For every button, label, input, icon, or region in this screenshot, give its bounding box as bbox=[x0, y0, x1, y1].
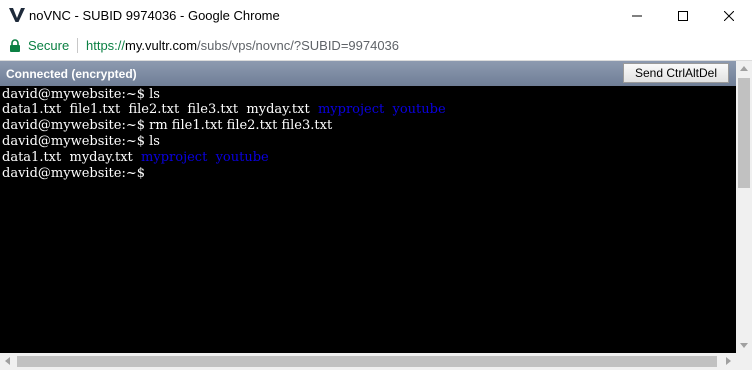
terminal-line: data1.txt file1.txt file2.txt file3.txt … bbox=[2, 102, 446, 118]
terminal-text: david@mywebsite:~$ rm file1.txt file2.tx… bbox=[2, 118, 333, 133]
novnc-status-bar: Connected (encrypted) Send CtrlAltDel bbox=[0, 61, 736, 86]
terminal-text: david@mywebsite:~$ ls bbox=[2, 134, 160, 149]
address-separator bbox=[77, 38, 78, 53]
vertical-scroll-thumb[interactable] bbox=[738, 78, 750, 188]
maximize-icon bbox=[678, 10, 688, 21]
url-scheme: https:// bbox=[86, 38, 126, 53]
terminal-line: david@mywebsite:~$ rm file1.txt file2.tx… bbox=[2, 118, 332, 134]
scroll-right-icon[interactable] bbox=[726, 357, 731, 365]
horizontal-scrollbar[interactable] bbox=[0, 353, 736, 370]
terminal-text: david@mywebsite:~$ ls bbox=[2, 87, 160, 102]
url-text[interactable]: https://my.vultr.com/subs/vps/novnc/?SUB… bbox=[86, 38, 399, 53]
terminal-dir-text: myproject youtube bbox=[317, 102, 446, 117]
terminal-line: data1.txt myday.txt myproject youtube bbox=[2, 150, 269, 166]
lock-icon bbox=[10, 39, 20, 52]
vertical-scrollbar[interactable] bbox=[736, 61, 752, 353]
close-button[interactable] bbox=[706, 0, 752, 31]
address-bar[interactable]: Secure https://my.vultr.com/subs/vps/nov… bbox=[0, 31, 752, 61]
terminal-text: david@mywebsite:~$ bbox=[2, 166, 145, 181]
terminal-line: david@mywebsite:~$ bbox=[2, 166, 145, 182]
connection-status: Connected (encrypted) bbox=[6, 67, 137, 81]
terminal-text: data1.txt myday.txt bbox=[2, 150, 142, 165]
scroll-left-icon[interactable] bbox=[5, 357, 10, 365]
terminal-line: david@mywebsite:~$ ls bbox=[2, 134, 160, 150]
secure-label[interactable]: Secure bbox=[28, 38, 69, 53]
scroll-down-icon[interactable] bbox=[740, 343, 748, 348]
scroll-up-icon[interactable] bbox=[740, 66, 748, 71]
terminal-line: david@mywebsite:~$ ls bbox=[2, 87, 160, 103]
close-icon bbox=[724, 10, 734, 21]
minimize-button[interactable] bbox=[614, 0, 660, 31]
v-logo-icon bbox=[9, 8, 25, 22]
scrollbar-corner bbox=[736, 353, 752, 370]
window-title: noVNC - SUBID 9974036 - Google Chrome bbox=[29, 8, 280, 23]
vnc-terminal-screen[interactable]: david@mywebsite:~$ ls data1.txt file1.tx… bbox=[0, 86, 736, 353]
horizontal-scroll-thumb[interactable] bbox=[17, 356, 717, 367]
terminal-dir-text: myproject youtube bbox=[141, 150, 269, 165]
minimize-icon bbox=[632, 15, 642, 16]
url-path: /subs/vps/novnc/?SUBID=9974036 bbox=[197, 38, 400, 53]
terminal-text: data1.txt file1.txt file2.txt file3.txt … bbox=[2, 102, 318, 117]
url-host: my.vultr.com bbox=[125, 38, 198, 53]
send-ctrlaltdel-button[interactable]: Send CtrlAltDel bbox=[623, 63, 729, 83]
maximize-button[interactable] bbox=[660, 0, 706, 31]
window-titlebar: noVNC - SUBID 9974036 - Google Chrome bbox=[0, 0, 752, 31]
